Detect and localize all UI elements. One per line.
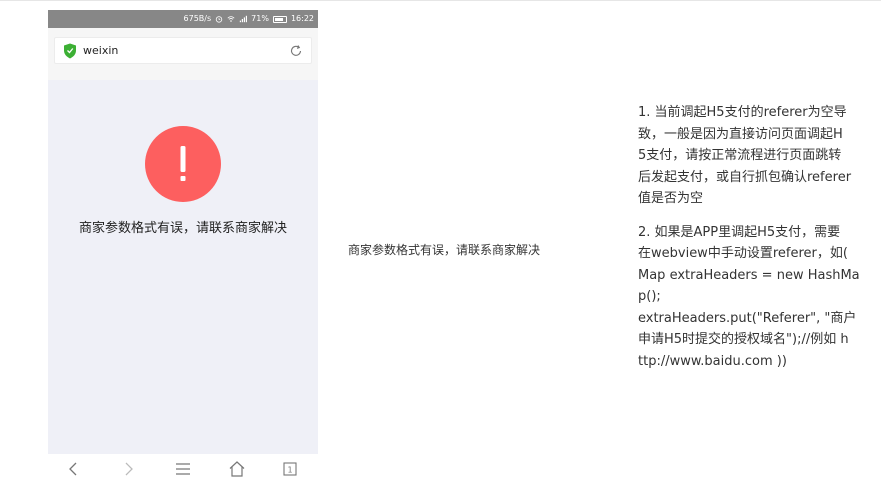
battery-icon <box>272 15 287 23</box>
error-caption: 商家参数格式有误，请联系商家解决 <box>348 243 541 257</box>
error-icon <box>145 126 221 202</box>
note1-line: 后发起支付，或自行抓包确认referer <box>638 169 852 185</box>
shield-icon <box>64 43 76 59</box>
network-speed: 675B/s <box>183 14 212 23</box>
clock: 16:22 <box>290 14 314 23</box>
forward-icon[interactable] <box>119 460 137 478</box>
status-bar-indicators: 675B/s 71% 16:22 <box>184 10 314 28</box>
exclamation-icon <box>180 146 186 181</box>
note2-line: p(); <box>638 289 661 304</box>
url-text: weixin <box>83 44 119 57</box>
note2-line: 申请H5时提交的授权域名");//例如 h <box>638 332 849 347</box>
browser-toolbar: weixin <box>48 28 318 80</box>
top-divider <box>0 0 881 1</box>
note1-line: 值是否为空 <box>638 191 704 206</box>
note2-line: extraHeaders.put("Referer", "商户 <box>638 310 857 326</box>
explanation-notes: 1. 当前调起H5支付的referer为空导 致，一般是因为直接访问页面调起H … <box>638 102 870 372</box>
wifi-icon <box>227 16 235 22</box>
menu-icon[interactable] <box>174 460 192 478</box>
error-message: 商家参数格式有误，请联系商家解决 <box>78 221 287 236</box>
status-bar: 675B/s 71% 16:22 <box>48 10 318 28</box>
note1-line: 5支付，请按正常流程进行页面跳转 <box>638 148 842 163</box>
tabs-icon[interactable]: 1 <box>281 460 299 478</box>
address-bar[interactable]: weixin <box>54 37 312 64</box>
refresh-icon[interactable] <box>289 44 303 58</box>
note2-line: 2. 如果是APP里调起H5支付，需要 <box>638 224 841 240</box>
signal-icon <box>239 15 248 23</box>
note-spacer <box>638 210 870 222</box>
phone-screenshot: 675B/s 71% 16:22 weixin 商家参数格式有误，请联系商家解决 <box>48 10 318 484</box>
tabs-count: 1 <box>287 466 292 475</box>
battery-percent: 71% <box>251 14 269 23</box>
note2-line: Map extraHeaders = new HashMa <box>638 267 860 283</box>
note2-line: ttp://www.baidu.com )) <box>638 353 787 369</box>
alarm-icon <box>215 16 223 23</box>
note1-line: 1. 当前调起H5支付的referer为空导 <box>638 105 847 120</box>
note1-line: 致，一般是因为直接访问页面调起H <box>638 126 843 142</box>
note2-line: 在webview中手动设置referer，如( <box>638 246 848 261</box>
home-icon[interactable] <box>228 460 246 478</box>
back-icon[interactable] <box>65 460 83 478</box>
bottom-navigation-bar: 1 <box>48 454 318 484</box>
